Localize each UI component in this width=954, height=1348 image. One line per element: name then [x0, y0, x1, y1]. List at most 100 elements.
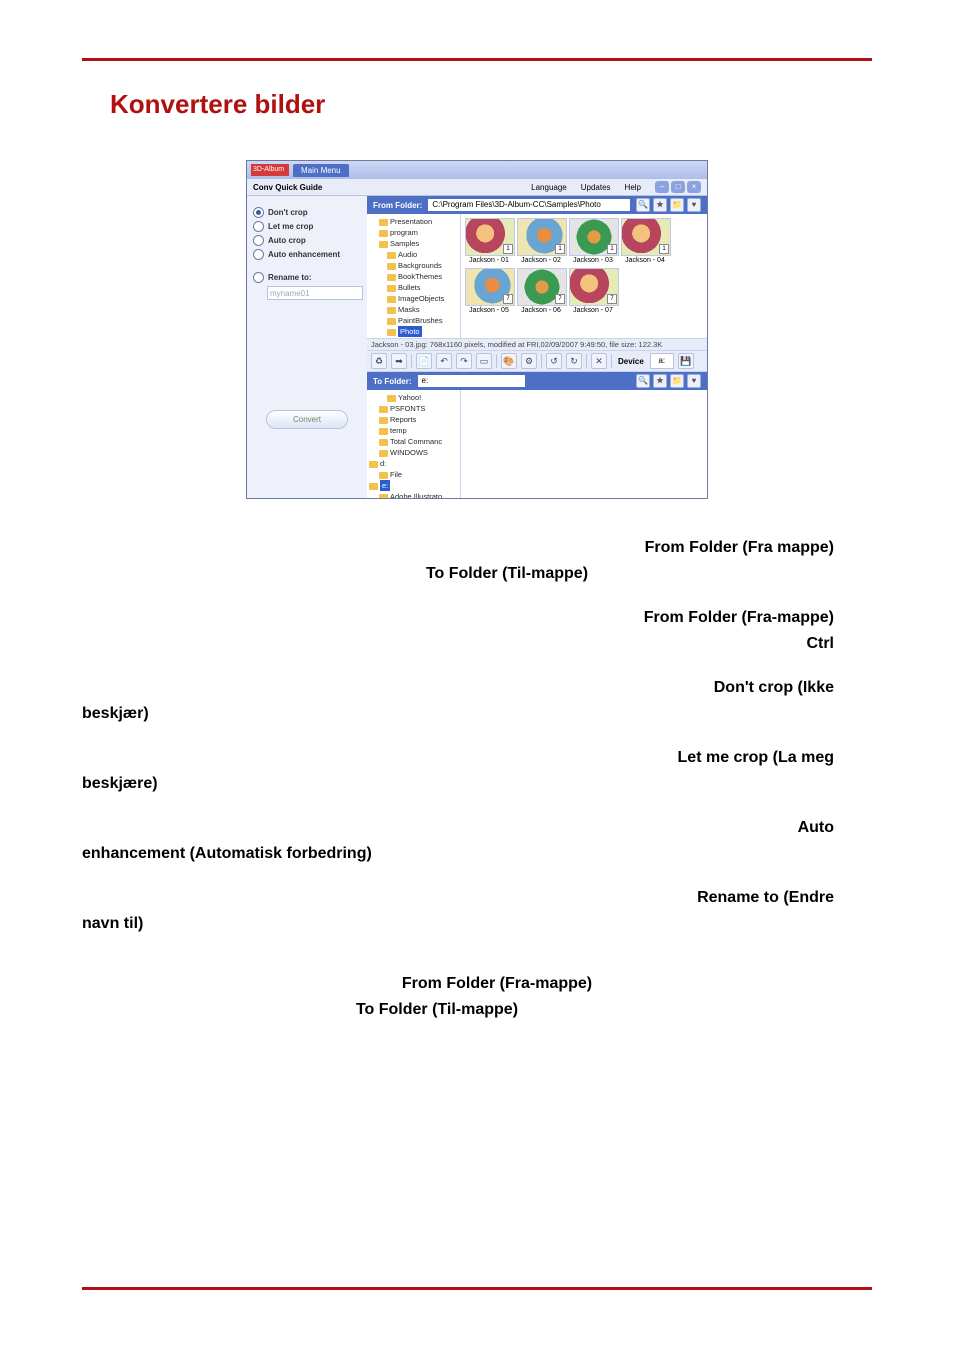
bold-text: Auto	[798, 819, 834, 836]
folder-icon	[379, 428, 388, 435]
bold-text: From Folder (Fra mappe)	[645, 539, 834, 556]
top-rule	[82, 58, 872, 61]
bold-text: To Folder (Til-mappe)	[356, 1001, 518, 1018]
delete-icon[interactable]: ✕	[591, 353, 607, 369]
thumbnail[interactable]: 1Jackson - 02	[517, 218, 565, 264]
tree-item: ImageObjects	[398, 294, 444, 303]
bookmark-icon[interactable]: ★	[653, 374, 667, 388]
folder-icon-btn[interactable]: 📁	[670, 198, 684, 212]
heart-icon[interactable]: ♥	[687, 198, 701, 212]
bold-text: beskjære)	[82, 775, 158, 792]
radio-dont-crop[interactable]: Don't crop	[253, 207, 361, 218]
tree-item-selected: e:	[380, 480, 390, 491]
thumbnail[interactable]: 1Jackson - 04	[621, 218, 669, 264]
bold-text: Ctrl	[806, 635, 834, 652]
radio-auto-crop[interactable]: Auto crop	[253, 235, 361, 246]
redo-icon[interactable]: ↻	[566, 353, 582, 369]
radio-label: Auto crop	[268, 236, 306, 245]
crop-options-panel: Don't crop Let me crop Auto crop Auto en…	[247, 196, 367, 498]
bold-text: Let me crop (La meg	[678, 749, 834, 766]
quick-guide-label[interactable]: Conv Quick Guide	[253, 183, 322, 192]
folder-icon	[387, 329, 396, 336]
tree-item: PSFONTS	[390, 404, 425, 413]
tree-item: d:	[380, 459, 386, 468]
refresh-icon[interactable]: ♻	[371, 353, 387, 369]
radio-icon	[253, 221, 264, 232]
image-toolbar: ♻ ➡ 📄 ↶ ↷ ▭ 🎨 ⚙ ↺ ↻ ✕	[367, 350, 707, 372]
rotate-left-icon[interactable]: ↶	[436, 353, 452, 369]
tree-item: Backgrounds	[398, 261, 442, 270]
search-icon[interactable]: 🔍	[636, 374, 650, 388]
thumbnail[interactable]: 7Jackson - 07	[569, 268, 617, 314]
device-selector[interactable]: a:	[650, 353, 674, 369]
tree-item: Samples	[390, 239, 419, 248]
thumbnail-label: Jackson - 05	[469, 307, 509, 314]
folder-open-icon	[379, 241, 388, 248]
tree-item: BookThemes	[398, 272, 442, 281]
folder-icon	[387, 252, 396, 259]
convert-button[interactable]: Convert	[266, 410, 348, 429]
paint-icon[interactable]: 🎨	[501, 353, 517, 369]
bold-text: beskjær)	[82, 705, 149, 722]
from-folder-body: Presentation program Samples Audio Backg…	[367, 214, 707, 338]
rotate-right-icon[interactable]: ↷	[456, 353, 472, 369]
thumbnail-label: Jackson - 07	[573, 307, 613, 314]
to-folder-tree[interactable]: Yahoo! PSFONTS Reports temp Total Comman…	[367, 390, 461, 498]
from-folder-label: From Folder:	[373, 201, 422, 210]
thumbnail[interactable]: 7Jackson - 05	[465, 268, 513, 314]
menu-updates[interactable]: Updates	[581, 183, 611, 192]
tree-item: Adobe Illustrato	[390, 492, 442, 498]
thumbnail-label: Jackson - 02	[521, 257, 561, 264]
tree-item: Total Commanc	[390, 437, 442, 446]
thumbnail-label: Jackson - 06	[521, 307, 561, 314]
radio-rename-to[interactable]: Rename to:	[253, 272, 361, 283]
folder-icon-btn[interactable]: 📁	[670, 374, 684, 388]
tree-item: Reports	[390, 415, 416, 424]
from-folder-path[interactable]: C:\Program Files\3D-Album-CC\Samples\Pho…	[428, 199, 630, 211]
export-icon[interactable]: ➡	[391, 353, 407, 369]
menubar: Conv Quick Guide Language Updates Help –…	[247, 179, 707, 196]
radio-icon	[253, 235, 264, 246]
tree-item: temp	[390, 426, 407, 435]
bookmark-icon[interactable]: ★	[653, 198, 667, 212]
folder-icon	[379, 406, 388, 413]
menu-help[interactable]: Help	[625, 183, 641, 192]
to-folder-header: To Folder: e: 🔍 ★ 📁 ♥	[367, 372, 707, 390]
bold-text: From Folder (Fra-mappe)	[402, 975, 592, 992]
drive-icon	[369, 461, 378, 468]
adjust-icon[interactable]: ⚙	[521, 353, 537, 369]
radio-let-me-crop[interactable]: Let me crop	[253, 221, 361, 232]
menu-language[interactable]: Language	[531, 183, 567, 192]
thumbnail[interactable]: 1Jackson - 01	[465, 218, 513, 264]
from-folder-tree[interactable]: Presentation program Samples Audio Backg…	[367, 214, 461, 338]
thumbnail[interactable]: 1Jackson - 03	[569, 218, 617, 264]
search-icon[interactable]: 🔍	[636, 198, 650, 212]
heart-icon[interactable]: ♥	[687, 374, 701, 388]
folder-icon	[379, 450, 388, 457]
folder-icon	[379, 219, 388, 226]
to-folder-path[interactable]: e:	[418, 375, 525, 387]
folder-icon	[387, 296, 396, 303]
body-text: From Folder (Fra mappe) To Folder (Til-m…	[222, 535, 852, 1023]
rename-input[interactable]	[267, 286, 363, 300]
thumbnail-area[interactable]: 1Jackson - 01 1Jackson - 02 1Jackson - 0…	[461, 214, 707, 338]
undo-icon[interactable]: ↺	[546, 353, 562, 369]
device-icon[interactable]: 💾	[678, 353, 694, 369]
folder-icon	[379, 417, 388, 424]
crop-icon[interactable]: ▭	[476, 353, 492, 369]
device-label: Device	[618, 357, 644, 366]
copy-icon[interactable]: 📄	[416, 353, 432, 369]
tree-item: WINDOWS	[390, 448, 428, 457]
folder-icon	[387, 395, 396, 402]
tree-item: File	[390, 470, 402, 479]
minimize-button[interactable]: –	[655, 181, 669, 193]
tree-item: Bullets	[398, 283, 421, 292]
main-menu-tab[interactable]: Main Menu	[293, 164, 349, 177]
tree-item: Audio	[398, 250, 417, 259]
radio-auto-enhancement[interactable]: Auto enhancement	[253, 249, 361, 260]
to-folder-label: To Folder:	[373, 377, 412, 386]
thumbnail[interactable]: 7Jackson - 06	[517, 268, 565, 314]
folder-icon	[387, 318, 396, 325]
maximize-button[interactable]: □	[671, 181, 685, 193]
close-button[interactable]: ×	[687, 181, 701, 193]
